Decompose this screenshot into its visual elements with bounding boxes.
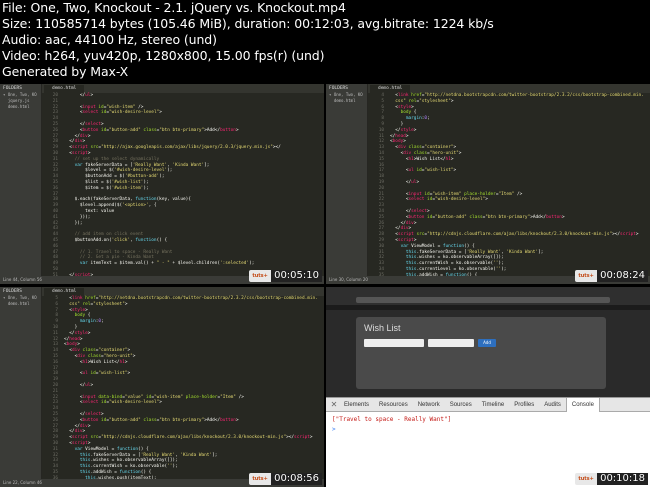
video-info-header: File: One, Two, Knockout - 2.1. jQuery v… — [2, 0, 648, 84]
browser-window: Wish List Add ✕ Elements Resources Netwo… — [326, 287, 650, 487]
web-page: Wish List Add — [326, 305, 650, 397]
close-icon[interactable]: ✕ — [329, 400, 339, 410]
page-title: Wish List — [364, 323, 401, 333]
tab-timeline[interactable]: Timeline — [477, 398, 509, 412]
file-sidebar: FOLDERS ▾ One, Two, KO jquery.js demo.ht… — [0, 84, 42, 284]
tab-profiles[interactable]: Profiles — [509, 398, 539, 412]
console-prompt[interactable]: > — [332, 426, 644, 433]
code-editor[interactable]: </ul> <input id="wish-item" /> <select i… — [60, 93, 324, 278]
console-output: ["Travel to space - Really Want"] — [332, 416, 452, 423]
file-sidebar: FOLDERS ▾ One, Two, KO demo.html — [0, 287, 42, 487]
timestamp-badge: tuts+ 00:08:56 — [249, 473, 322, 485]
address-bar[interactable] — [356, 297, 610, 303]
line-numbers: 4 5 6 7 8 9 10 11 12 13 14 15 16 17 18 19 20 21 22 23 24 25 26… — [368, 93, 386, 278]
tuts-logo: tuts+ — [249, 473, 272, 485]
file-line: File: One, Two, Knockout - 2.1. jQuery v… — [2, 0, 346, 15]
line-numbers: 20 21 22 23 24 25 26 27 28 29 30 31 32 33 34 35 36 37 38 39… — [42, 93, 60, 278]
editor-tabbar: demo.html — [368, 84, 650, 93]
thumbnail-2[interactable]: FOLDERS ▾ One, Two, KO demo.html demo.ht… — [326, 84, 650, 284]
editor-tab[interactable]: demo.html — [44, 85, 85, 93]
add-button[interactable]: Add — [478, 339, 496, 347]
browser-chrome — [326, 287, 650, 305]
tuts-logo: tuts+ — [249, 270, 272, 282]
hero-unit: Wish List Add — [356, 317, 606, 389]
timestamp-badge: tuts+ 00:08:24 — [575, 270, 648, 282]
editor-tab[interactable]: demo.html — [370, 85, 411, 93]
tab-audits[interactable]: Audits — [539, 398, 566, 412]
timestamp: 00:10:18 — [597, 473, 648, 485]
tab-sources[interactable]: Sources — [445, 398, 477, 412]
code-editor[interactable]: <link href="http://netdna.bootstrapcdn.c… — [386, 93, 650, 278]
tab-resources[interactable]: Resources — [374, 398, 413, 412]
video-line: Video: h264, yuv420p, 1280x800, 15.00 fp… — [2, 48, 325, 63]
file-sidebar: FOLDERS ▾ One, Two, KO demo.html — [326, 84, 368, 284]
timestamp: 00:08:56 — [271, 473, 322, 485]
devtools-tabbar: ✕ Elements Resources Network Sources Tim… — [326, 397, 650, 412]
tuts-logo: tuts+ — [575, 473, 598, 485]
editor-tab[interactable]: demo.html — [44, 288, 85, 296]
desire-level-select[interactable] — [428, 339, 474, 347]
timestamp-badge: tuts+ 00:10:18 — [575, 473, 648, 485]
tab-elements[interactable]: Elements — [339, 398, 374, 412]
thumbnail-1[interactable]: FOLDERS ▾ One, Two, KO jquery.js demo.ht… — [0, 84, 324, 284]
wish-item-input[interactable] — [364, 339, 424, 347]
generated-line: Generated by Max-X — [2, 64, 129, 79]
tab-console[interactable]: Console — [565, 397, 600, 412]
thumbnail-3[interactable]: FOLDERS ▾ One, Two, KO demo.html demo.ht… — [0, 287, 324, 487]
editor-tabbar: demo.html — [42, 84, 324, 93]
code-editor[interactable]: <link href="http://netdna.bootstrapcdn.c… — [60, 296, 324, 481]
timestamp-badge: tuts+ 00:05:10 — [249, 270, 322, 282]
audio-line: Audio: aac, 44100 Hz, stereo (und) — [2, 32, 217, 47]
tuts-logo: tuts+ — [575, 270, 598, 282]
tab-network[interactable]: Network — [413, 398, 445, 412]
editor-tabbar: demo.html — [42, 287, 324, 296]
thumbnail-4[interactable]: Wish List Add ✕ Elements Resources Netwo… — [326, 287, 650, 487]
thumbnail-grid: FOLDERS ▾ One, Two, KO jquery.js demo.ht… — [0, 84, 650, 487]
size-line: Size: 110585714 bytes (105.46 MiB), dura… — [2, 16, 494, 31]
timestamp: 00:08:24 — [597, 270, 648, 282]
timestamp: 00:05:10 — [271, 270, 322, 282]
line-numbers: 5 6 7 8 9 10 11 12 13 14 15 16 17 18 19 20 21 22 23 24 25 26 2… — [42, 296, 60, 481]
page-navbar — [326, 305, 650, 310]
